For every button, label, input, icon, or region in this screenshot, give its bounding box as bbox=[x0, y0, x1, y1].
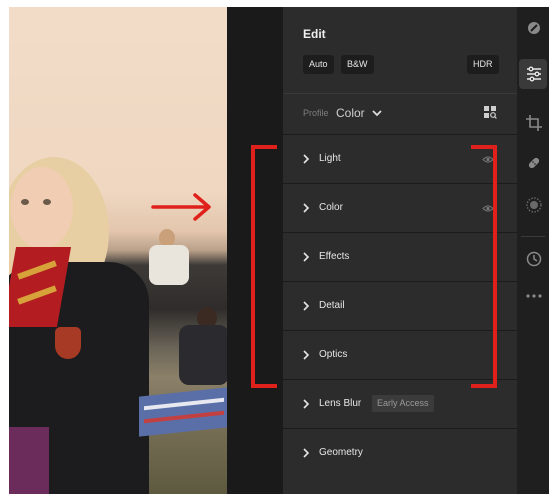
toolbar-divider bbox=[521, 236, 545, 237]
chevron-right-icon bbox=[303, 203, 310, 213]
person-shape bbox=[179, 325, 227, 385]
canvas-margin bbox=[227, 7, 283, 494]
chevron-right-icon bbox=[303, 399, 310, 409]
skirt-shape bbox=[9, 427, 49, 494]
person-shape bbox=[149, 245, 189, 285]
chevron-right-icon bbox=[303, 252, 310, 262]
auto-button[interactable]: Auto bbox=[303, 55, 334, 74]
crest-shape bbox=[55, 327, 81, 359]
tool-rail bbox=[517, 7, 549, 494]
section-light[interactable]: Light bbox=[283, 134, 517, 183]
section-color[interactable]: Color bbox=[283, 183, 517, 232]
app-window: Edit Auto B&W HDR Profile Color Light Co… bbox=[9, 7, 549, 494]
mask-icon[interactable] bbox=[525, 196, 543, 214]
profile-row[interactable]: Profile Color bbox=[283, 93, 517, 134]
edit-sliders-icon[interactable] bbox=[525, 65, 543, 83]
section-effects[interactable]: Effects bbox=[283, 232, 517, 281]
profile-label: Profile bbox=[303, 108, 329, 118]
chevron-down-icon[interactable] bbox=[371, 107, 383, 119]
chevron-right-icon bbox=[303, 350, 310, 360]
early-access-badge: Early Access bbox=[372, 395, 434, 412]
section-label: Color bbox=[319, 202, 343, 213]
bw-button[interactable]: B&W bbox=[341, 55, 374, 74]
chevron-right-icon bbox=[303, 301, 310, 311]
section-label: Geometry bbox=[319, 447, 363, 458]
section-label: Detail bbox=[319, 300, 345, 311]
heal-icon[interactable] bbox=[525, 154, 543, 172]
section-label: Optics bbox=[319, 349, 348, 360]
hdr-button[interactable]: HDR bbox=[467, 55, 499, 74]
section-detail[interactable]: Detail bbox=[283, 281, 517, 330]
profile-browser-icon[interactable] bbox=[483, 105, 497, 119]
photo-canvas[interactable] bbox=[9, 7, 227, 494]
face-shape bbox=[11, 167, 73, 249]
section-optics[interactable]: Optics bbox=[283, 330, 517, 379]
section-label: Effects bbox=[319, 251, 350, 262]
chevron-right-icon bbox=[303, 448, 310, 458]
crop-icon[interactable] bbox=[525, 114, 543, 132]
section-geometry[interactable]: Geometry bbox=[283, 428, 517, 477]
eye-shape bbox=[43, 199, 51, 205]
profile-value[interactable]: Color bbox=[336, 106, 365, 120]
panel-title: Edit bbox=[303, 27, 326, 41]
remove-icon[interactable] bbox=[525, 19, 543, 37]
arrow-annotation-icon bbox=[151, 193, 211, 221]
section-label: Light bbox=[319, 153, 341, 164]
more-icon[interactable] bbox=[525, 287, 543, 305]
section-label: Lens Blur bbox=[319, 398, 362, 409]
edit-panel: Edit Auto B&W HDR Profile Color Light Co… bbox=[283, 7, 517, 494]
history-icon[interactable] bbox=[525, 250, 543, 268]
eye-shape bbox=[21, 199, 29, 205]
chevron-right-icon bbox=[303, 154, 310, 164]
